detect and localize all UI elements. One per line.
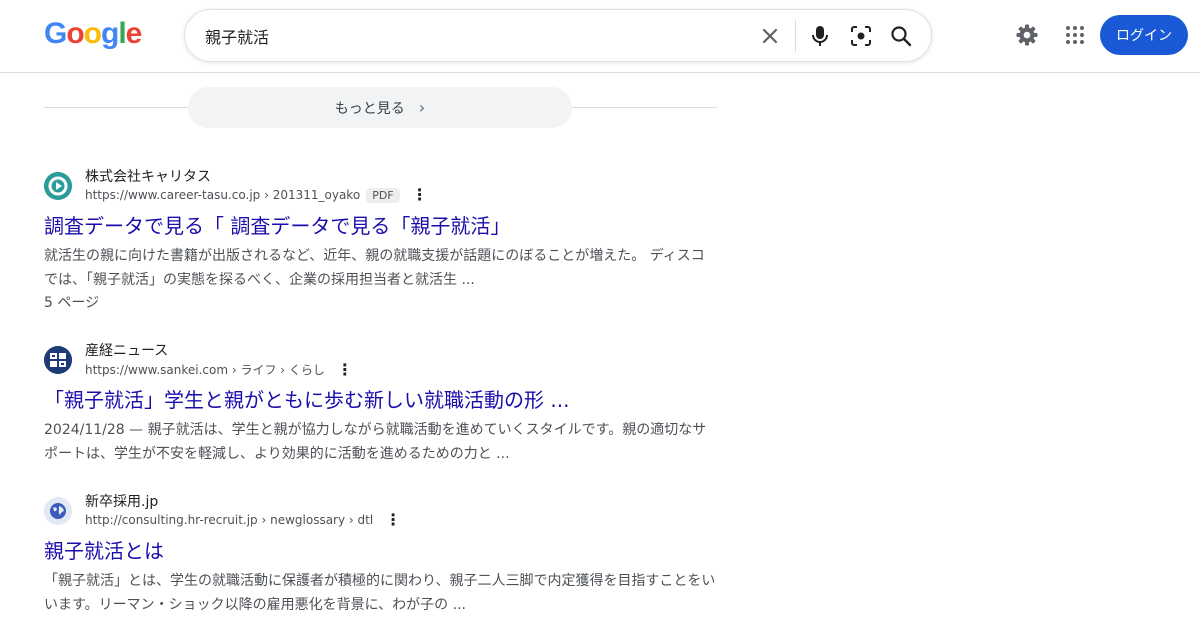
site-url: https://www.career-tasu.co.jp › 201311_o… <box>85 188 361 202</box>
site-name: 新卒採用.jp <box>85 494 159 510</box>
result-title-link[interactable]: 調査データで見る「 調査データで見る「親子就活」 <box>44 212 724 240</box>
site-favicon <box>44 172 72 200</box>
logo-letter: g <box>101 17 119 50</box>
search-icon[interactable] <box>888 23 914 49</box>
more-options-icon[interactable]: ⋮ <box>412 187 428 203</box>
more-options-icon[interactable]: ⋮ <box>337 361 353 378</box>
logo-letter: l <box>118 17 126 50</box>
more-results-label: もっと見る <box>334 100 405 117</box>
clear-icon[interactable] <box>757 23 783 49</box>
logo-letter: o <box>66 17 84 50</box>
globe-icon <box>44 497 72 525</box>
search-box[interactable] <box>184 9 932 62</box>
login-button[interactable]: ログイン <box>1100 15 1188 55</box>
site-url: http://consulting.hr-recruit.jp › newglo… <box>85 513 374 527</box>
search-divider <box>795 20 796 52</box>
search-input[interactable] <box>205 24 745 48</box>
logo-letter: G <box>44 17 67 50</box>
result-snippet: 2024/11/28 — 親子就活は、学生と親が協力しながら就職活動を進めていく… <box>44 422 707 462</box>
logo-letter: e <box>125 17 143 50</box>
site-url: https://www.sankei.com › ライフ › くらし <box>85 363 325 377</box>
site-favicon <box>44 346 72 374</box>
result-title-link[interactable]: 「親子就活」学生と親がともに歩む新しい就職活動の形 ... <box>44 386 724 414</box>
result-source[interactable]: 株式会社キャリタス https://www.career-tasu.co.jp … <box>44 166 724 210</box>
pdf-badge: PDF <box>366 187 400 203</box>
site-name: 株式会社キャリタス <box>85 169 211 185</box>
result-snippet: 就活生の親に向けた書籍が出版されるなど、近年、親の就職支援が話題にのぼることが増… <box>44 248 705 288</box>
search-result: 産経ニュース https://www.sankei.com › ライフ › くら… <box>44 340 724 466</box>
mic-icon[interactable] <box>807 23 833 49</box>
site-url-row: https://www.career-tasu.co.jp › 201311_o… <box>85 187 428 203</box>
result-source[interactable]: 産経ニュース https://www.sankei.com › ライフ › くら… <box>44 340 724 384</box>
search-result: 新卒採用.jp http://consulting.hr-recruit.jp … <box>44 491 724 617</box>
site-url-row: http://consulting.hr-recruit.jp › newglo… <box>85 512 401 528</box>
result-snippet: 「親子就活」とは、学生の就職活動に保護者が積極的に関わり、親子二人三脚で内定獲得… <box>44 573 716 613</box>
result-title-link[interactable]: 親子就活とは <box>44 537 724 565</box>
result-source[interactable]: 新卒採用.jp http://consulting.hr-recruit.jp … <box>44 491 724 535</box>
logo-letter: o <box>83 17 102 50</box>
result-page-count: 5 ページ <box>44 295 100 311</box>
more-options-icon[interactable]: ⋮ <box>385 512 401 528</box>
site-name: 産経ニュース <box>85 343 169 359</box>
google-logo[interactable]: Google <box>44 16 143 52</box>
gear-icon[interactable] <box>1014 22 1040 48</box>
lens-icon[interactable] <box>848 23 874 49</box>
search-result: 株式会社キャリタス https://www.career-tasu.co.jp … <box>44 166 724 314</box>
search-header: Google ログイン <box>0 0 1200 73</box>
site-url-row: https://www.sankei.com › ライフ › くらし ⋮ <box>85 361 353 378</box>
chevron-right-icon: › <box>418 98 426 117</box>
more-results-button[interactable]: もっと見る › <box>188 87 572 128</box>
apps-icon[interactable] <box>1062 22 1088 48</box>
